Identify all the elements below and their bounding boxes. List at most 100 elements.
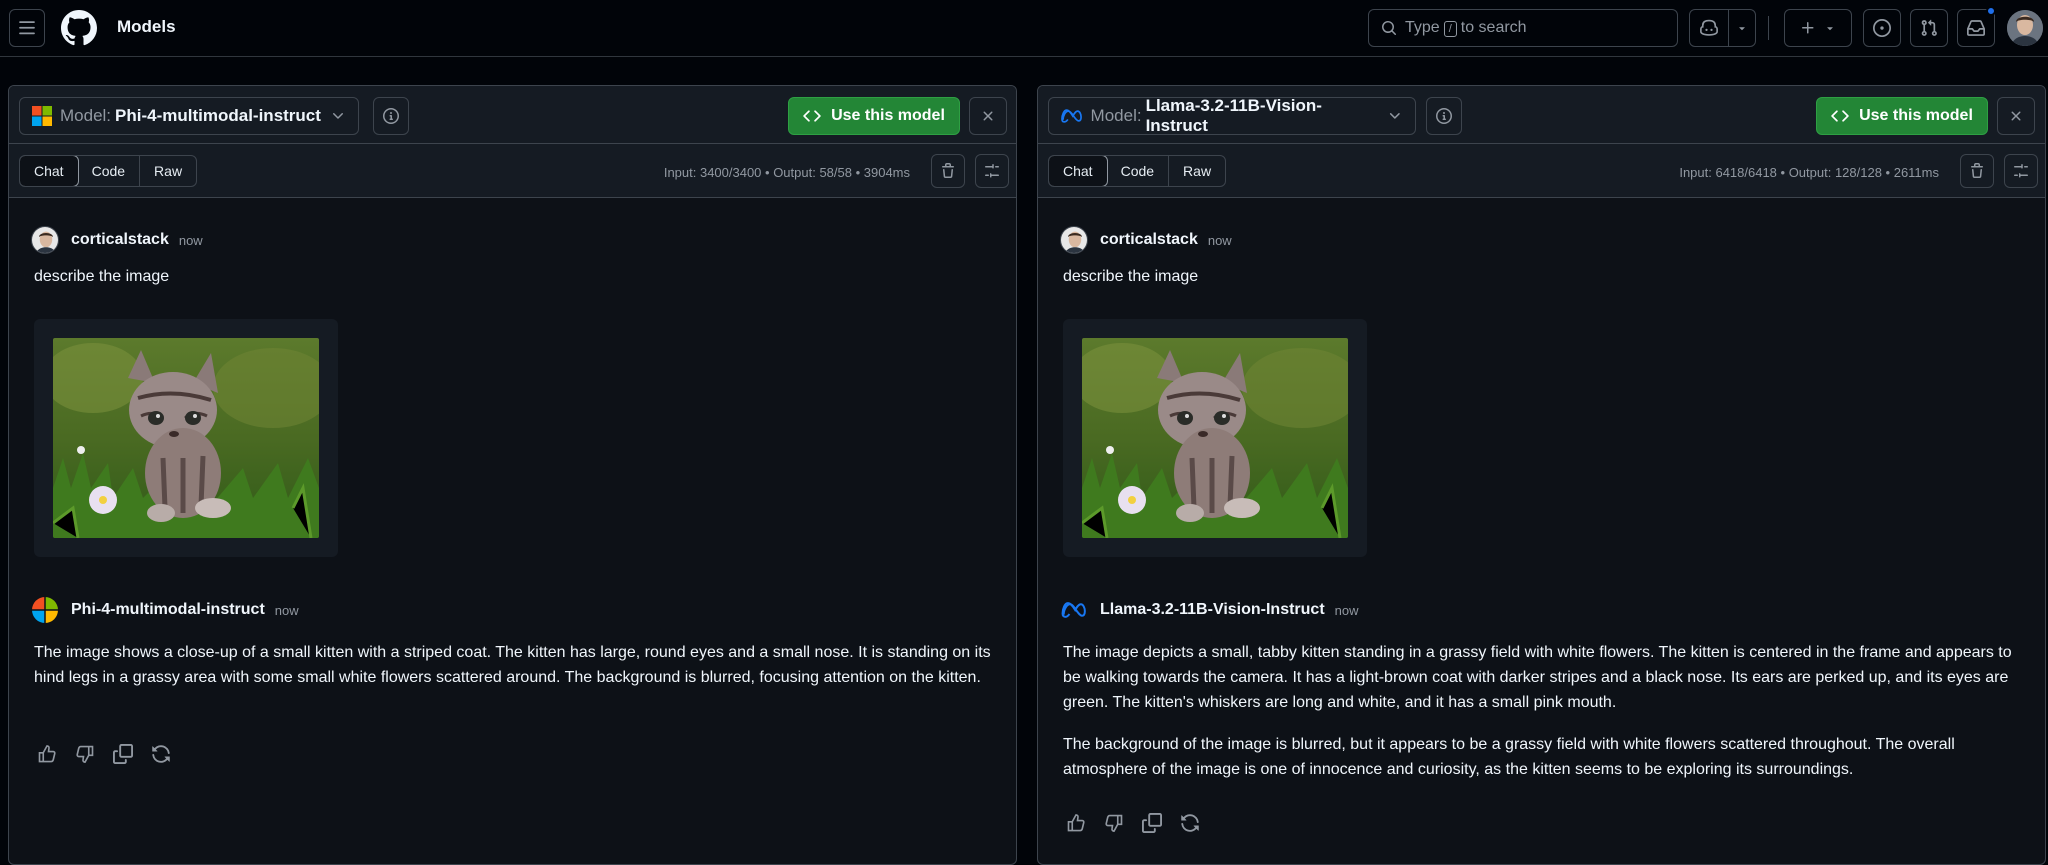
message-time: now (178, 232, 203, 248)
user-message: corticalstack now describe the image (31, 226, 203, 289)
message-header: corticalstack now (1060, 226, 1232, 254)
model-prefix: Model: (60, 106, 112, 125)
model-info-button[interactable] (1426, 97, 1462, 135)
user-avatar[interactable] (2007, 10, 2043, 46)
microsoft-logo-icon (31, 596, 59, 624)
tab-chat[interactable]: Chat (1049, 156, 1108, 186)
prompt-text: describe the image (34, 268, 170, 285)
clear-chat-button[interactable] (931, 154, 965, 188)
search-placeholder: Type / to search (1405, 19, 1527, 37)
kitten-image[interactable] (1082, 338, 1348, 538)
parameters-button[interactable] (975, 154, 1009, 188)
sliders-icon (985, 164, 999, 178)
user-message: corticalstack now describe the image (1060, 226, 1232, 289)
divider (1768, 16, 1769, 40)
copy-icon[interactable] (1142, 813, 1162, 833)
model-selector[interactable]: Model: Llama-3.2-11B-Vision-Instruct (1048, 96, 1416, 135)
attached-image-card (34, 319, 338, 557)
thumbs-down-icon[interactable] (75, 744, 95, 764)
token-stats: Input: 3400/3400 • Output: 58/58 • 3904m… (663, 165, 910, 180)
menu-icon[interactable] (9, 9, 45, 47)
github-logo-icon[interactable] (61, 10, 97, 46)
assistant-name: Phi-4-multimodal-instruct (71, 601, 265, 618)
use-this-model-button[interactable]: Use this model (788, 97, 960, 135)
thumbs-up-icon[interactable] (1066, 813, 1086, 833)
message-header: Llama-3.2-11B-Vision-Instruct now (1060, 596, 2030, 624)
issues-button[interactable] (1863, 9, 1901, 47)
page-title[interactable]: Models (117, 17, 176, 37)
trash-icon (942, 163, 954, 178)
refresh-icon[interactable] (151, 744, 171, 764)
model-name: Llama-3.2-11B-Vision-Instruct (1145, 96, 1322, 135)
use-this-model-button[interactable]: Use this model (1816, 97, 1988, 135)
notification-dot (1986, 6, 1996, 16)
trash-icon (1971, 163, 1983, 178)
close-panel-button[interactable] (969, 97, 1007, 135)
close-panel-button[interactable] (1997, 97, 2035, 135)
response-paragraph: The image shows a close-up of a small ki… (34, 644, 991, 686)
token-stats: Input: 6418/6418 • Output: 128/128 • 261… (1679, 165, 1939, 180)
assistant-message: Llama-3.2-11B-Vision-Instruct now The im… (1060, 596, 2030, 782)
message-time: now (274, 602, 299, 618)
message-time: now (1334, 602, 1359, 618)
tab-raw[interactable]: Raw (140, 156, 196, 186)
thumbs-up-icon[interactable] (37, 744, 57, 764)
panel-toolbar: Chat Code Raw Input: 6418/6418 • Output:… (1038, 144, 2045, 198)
tab-raw[interactable]: Raw (1169, 156, 1225, 186)
attached-image-card (1063, 319, 1367, 557)
refresh-icon[interactable] (1180, 813, 1200, 833)
user-name: corticalstack (71, 231, 169, 248)
copilot-dropdown-button[interactable] (1728, 9, 1756, 47)
message-actions (1066, 813, 1200, 833)
parameters-button[interactable] (2004, 154, 2038, 188)
message-actions (37, 744, 171, 764)
panel-toolbar: Chat Code Raw Input: 3400/3400 • Output:… (9, 144, 1016, 198)
user-avatar (31, 226, 59, 254)
code-icon (803, 110, 821, 122)
thumbs-down-icon[interactable] (1104, 813, 1124, 833)
response-paragraph: The background of the image is blurred, … (1063, 736, 1955, 778)
close-icon (2011, 111, 2021, 121)
git-pull-request-icon (1921, 19, 1937, 36)
create-new-button[interactable] (1784, 9, 1852, 47)
tab-code[interactable]: Code (1107, 156, 1170, 186)
microsoft-logo-icon (32, 106, 52, 126)
triangle-down-icon (1739, 27, 1745, 31)
model-info-button[interactable] (373, 97, 409, 135)
chevron-down-icon (333, 113, 343, 119)
use-this-model-label: Use this model (1859, 107, 1973, 124)
info-icon (383, 108, 399, 124)
view-tabs: Chat Code Raw (19, 155, 198, 187)
meta-logo-icon (1060, 596, 1088, 624)
search-icon (1382, 21, 1396, 35)
code-icon (1831, 110, 1849, 122)
search-input[interactable]: Type / to search (1368, 9, 1678, 47)
model-selector[interactable]: Model: Phi-4-multimodal-instruct (19, 97, 359, 135)
triangle-down-icon (1827, 27, 1833, 31)
pull-requests-button[interactable] (1910, 9, 1948, 47)
issue-opened-icon (1873, 19, 1891, 37)
model-prefix: Model: (1090, 106, 1142, 125)
info-icon (1436, 108, 1452, 124)
inbox-icon (1967, 20, 1985, 36)
prompt-text: describe the image (1063, 268, 1199, 285)
search-prefix: Type (1405, 19, 1440, 36)
clear-chat-button[interactable] (1960, 154, 1994, 188)
copy-icon[interactable] (113, 744, 133, 764)
assistant-name: Llama-3.2-11B-Vision-Instruct (1100, 601, 1325, 618)
tab-code[interactable]: Code (78, 156, 141, 186)
message-header: Phi-4-multimodal-instruct now (31, 596, 1001, 624)
response-paragraph: The image depicts a small, tabby kitten … (1063, 644, 2012, 711)
copilot-button[interactable] (1689, 9, 1729, 47)
tab-chat[interactable]: Chat (20, 156, 79, 186)
message-time: now (1207, 232, 1232, 248)
user-name: corticalstack (1100, 231, 1198, 248)
model-panel-left: Model: Phi-4-multimodal-instruct Use thi… (8, 85, 1017, 865)
chevron-down-icon (1390, 113, 1401, 119)
close-icon (983, 111, 993, 121)
assistant-message: Phi-4-multimodal-instruct now The image … (31, 596, 1001, 690)
message-header: corticalstack now (31, 226, 203, 254)
panel-header: Model: Llama-3.2-11B-Vision-Instruct Use… (1038, 86, 2045, 144)
kitten-image[interactable] (53, 338, 319, 538)
model-name: Phi-4-multimodal-instruct (115, 106, 321, 125)
